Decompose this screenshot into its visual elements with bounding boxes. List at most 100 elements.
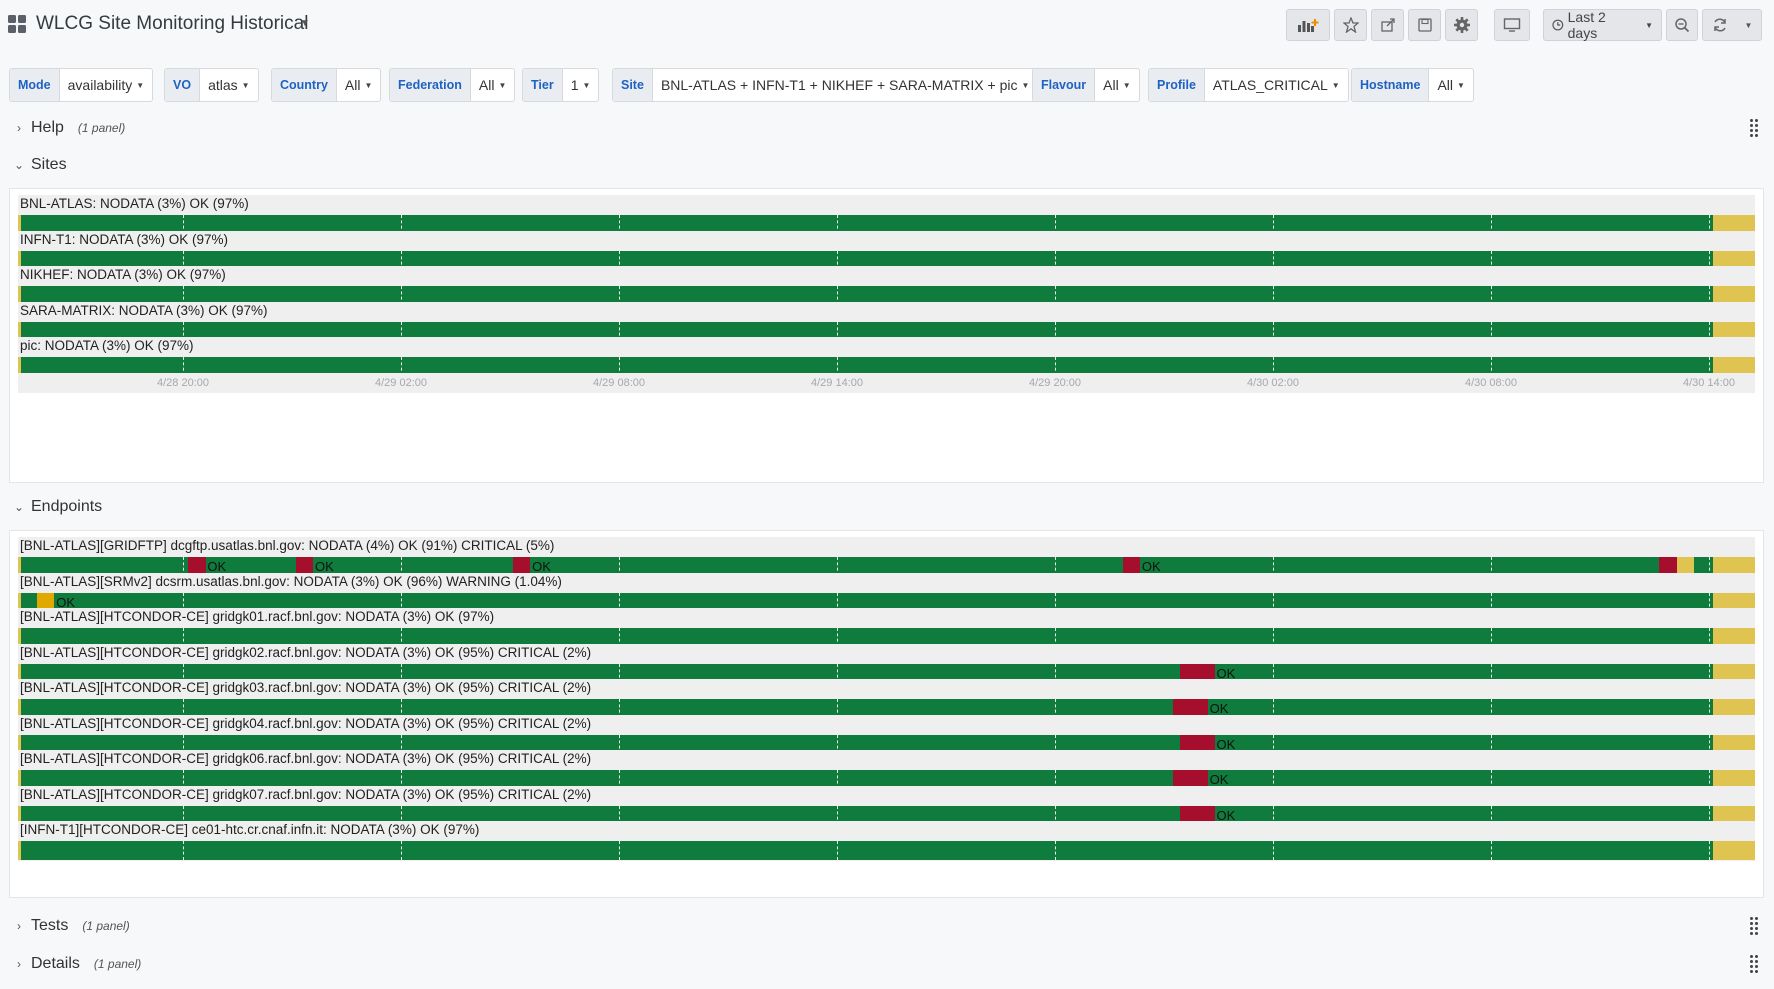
- zoom-out-button[interactable]: [1666, 9, 1698, 41]
- grid-line: [619, 841, 620, 860]
- add-panel-button[interactable]: [1286, 9, 1330, 41]
- settings-button[interactable]: [1445, 9, 1478, 41]
- chevron-right-icon[interactable]: ›: [9, 121, 29, 135]
- tv-mode-button[interactable]: [1494, 9, 1530, 41]
- variable-value[interactable]: 1 ▼: [563, 69, 599, 101]
- time-axis-tick: 4/29 02:00: [375, 376, 427, 389]
- save-icon: [1417, 18, 1432, 32]
- status-series: [BNL-ATLAS][SRMv2] dcsrm.usatlas.bnl.gov…: [18, 573, 1755, 613]
- variable-value[interactable]: BNL-ATLAS + INFN-T1 + NIKHEF + SARA-MATR…: [653, 69, 1037, 101]
- status-series: SARA-MATRIX: NODATA (3%) OK (97%): [18, 302, 1755, 342]
- row-panel-count: (1 panel): [82, 919, 130, 933]
- status-series: [BNL-ATLAS][HTCONDOR-CE] gridgk04.racf.b…: [18, 715, 1755, 755]
- variable-vo[interactable]: VO atlas ▼: [164, 68, 259, 102]
- chevron-down-icon: ▼: [1457, 80, 1465, 90]
- time-range-label: Last 2 days: [1567, 9, 1606, 41]
- variable-flavour[interactable]: Flavour All ▼: [1032, 68, 1140, 102]
- variable-value[interactable]: ATLAS_CRITICAL ▼: [1205, 69, 1348, 101]
- row-title[interactable]: Help: [31, 119, 64, 137]
- grid-line: [183, 841, 184, 860]
- chevron-down-icon: ▼: [1021, 80, 1030, 90]
- row-title[interactable]: Sites: [31, 156, 67, 174]
- drag-handle-icon[interactable]: [1750, 917, 1758, 935]
- title-chevron-down-icon[interactable]: ▼: [300, 18, 310, 29]
- dashboard-grid-icon[interactable]: [8, 15, 27, 34]
- save-button[interactable]: [1408, 9, 1441, 41]
- chevron-right-icon[interactable]: ›: [9, 919, 29, 933]
- drag-handle-icon[interactable]: [1750, 955, 1758, 973]
- variable-value[interactable]: All ▼: [1429, 69, 1472, 101]
- variable-mode[interactable]: Mode availability ▼: [9, 68, 154, 102]
- status-series: [BNL-ATLAS][HTCONDOR-CE] gridgk02.racf.b…: [18, 644, 1755, 684]
- row-title[interactable]: Details: [31, 955, 80, 973]
- row-help[interactable]: › Help (1 panel): [9, 113, 1764, 143]
- variable-tier[interactable]: Tier 1 ▼: [522, 68, 600, 102]
- chevron-down-icon: ▼: [364, 80, 373, 90]
- tv-mode-icon: [1503, 18, 1521, 32]
- chevron-down-icon[interactable]: ⌄: [9, 158, 29, 172]
- row-sites[interactable]: ⌄ Sites: [9, 150, 1764, 180]
- variable-label: VO: [165, 69, 201, 101]
- drag-handle-icon[interactable]: [1750, 119, 1758, 137]
- status-series: [BNL-ATLAS][HTCONDOR-CE] gridgk07.racf.b…: [18, 786, 1755, 826]
- variable-value[interactable]: availability ▼: [60, 69, 153, 101]
- status-segment-nodata[interactable]: [18, 841, 22, 860]
- variable-value[interactable]: atlas ▼: [200, 69, 258, 101]
- variable-label: Country: [272, 69, 337, 101]
- row-panel-count: (1 panel): [77, 121, 126, 135]
- row-title[interactable]: Tests: [31, 917, 68, 935]
- variable-hostname[interactable]: Hostname All ▼: [1351, 68, 1474, 102]
- series-label: pic: NODATA (3%) OK (97%): [20, 338, 194, 353]
- status-series: INFN-T1: NODATA (3%) OK (97%): [18, 231, 1755, 271]
- chevron-right-icon[interactable]: ›: [9, 957, 29, 971]
- variable-label: Flavour: [1033, 69, 1096, 101]
- grid-line: [401, 841, 402, 860]
- chevron-down-icon[interactable]: ⌄: [9, 500, 29, 514]
- grid-line: [1490, 841, 1492, 860]
- series-label: BNL-ATLAS: NODATA (3%) OK (97%): [20, 196, 249, 211]
- time-axis-tick: 4/28 20:00: [157, 376, 209, 389]
- variable-value[interactable]: All ▼: [337, 69, 380, 101]
- series-label: NIKHEF: NODATA (3%) OK (97%): [20, 267, 226, 282]
- row-details[interactable]: › Details (1 panel): [9, 949, 1764, 979]
- dashboard-title[interactable]: WLCG Site Monitoring Historical: [36, 13, 308, 35]
- variable-country[interactable]: Country All ▼: [271, 68, 382, 102]
- row-title[interactable]: Endpoints: [31, 498, 102, 516]
- grid-line: [1272, 841, 1274, 860]
- gear-icon: [1453, 17, 1470, 33]
- variable-profile[interactable]: Profile ATLAS_CRITICAL ▼: [1148, 68, 1349, 102]
- variable-label: Hostname: [1352, 69, 1430, 101]
- time-range-picker[interactable]: Last 2 days ▼: [1543, 9, 1662, 41]
- row-tests[interactable]: › Tests (1 panel): [9, 911, 1764, 941]
- variable-value[interactable]: All ▼: [1095, 69, 1138, 101]
- time-axis: 4/28 20:00 4/29 02:00 4/29 08:00 4/29 14:00…: [18, 372, 1755, 393]
- chevron-down-icon: ▼: [136, 80, 145, 90]
- share-button[interactable]: [1371, 9, 1404, 41]
- status-segment-nodata[interactable]: [1713, 841, 1755, 860]
- status-series: NIKHEF: NODATA (3%) OK (97%): [18, 266, 1755, 306]
- star-button[interactable]: [1334, 9, 1367, 41]
- time-axis-tick: 4/30 14:00: [1682, 376, 1735, 389]
- variable-value[interactable]: All ▼: [471, 69, 514, 101]
- time-axis-tick: 4/29 20:00: [1028, 376, 1081, 389]
- status-bar[interactable]: [18, 841, 1755, 860]
- series-label: INFN-T1: NODATA (3%) OK (97%): [20, 231, 229, 247]
- refresh-interval-chevron-icon[interactable]: ▼: [1745, 21, 1753, 30]
- series-label: [BNL-ATLAS][GRIDFTP] dcgftp.usatlas.bnl.…: [20, 538, 555, 553]
- variable-federation[interactable]: Federation All ▼: [389, 68, 516, 102]
- series-label: [BNL-ATLAS][HTCONDOR-CE] gridgk03.racf.b…: [20, 680, 592, 695]
- sites-status-panel: BNL-ATLAS: NODATA (3%) OK (97%) INFN-T1: …: [9, 188, 1764, 483]
- row-endpoints[interactable]: ⌄ Endpoints: [9, 492, 1764, 522]
- variable-label: Mode: [10, 69, 60, 101]
- clock-icon: [1552, 19, 1564, 31]
- time-axis-tick: 4/30 08:00: [1464, 376, 1517, 389]
- chevron-down-icon: ▼: [1645, 20, 1653, 30]
- time-axis-tick: 4/30 02:00: [1246, 376, 1299, 389]
- refresh-button[interactable]: ▼: [1702, 9, 1762, 41]
- star-icon: [1342, 17, 1359, 33]
- status-series: [BNL-ATLAS][HTCONDOR-CE] gridgk06.racf.b…: [18, 750, 1755, 790]
- series-label: [BNL-ATLAS][HTCONDOR-CE] gridgk06.racf.b…: [20, 751, 592, 766]
- series-label: [INFN-T1][HTCONDOR-CE] ce01-htc.cr.cnaf.…: [20, 822, 480, 837]
- series-label: [BNL-ATLAS][HTCONDOR-CE] gridgk07.racf.b…: [20, 786, 592, 802]
- variable-site[interactable]: Site BNL-ATLAS + INFN-T1 + NIKHEF + SARA…: [612, 68, 1039, 102]
